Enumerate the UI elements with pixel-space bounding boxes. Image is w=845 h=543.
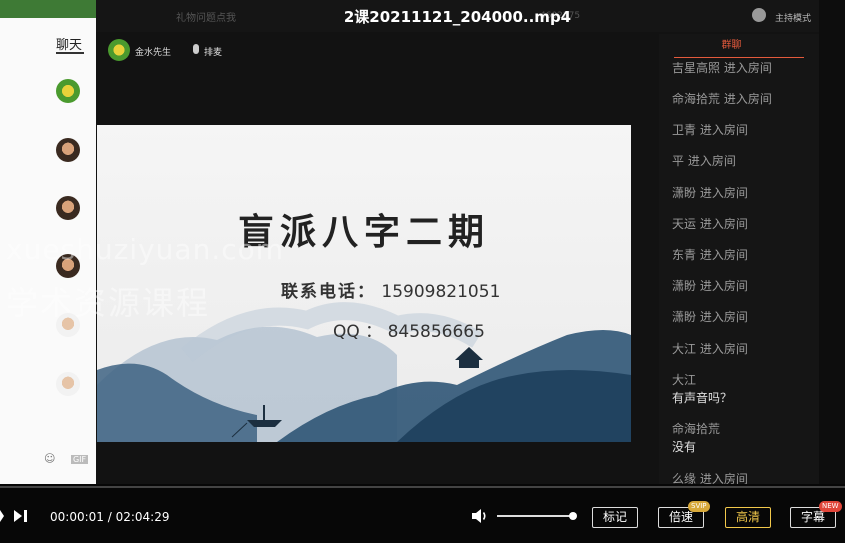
chat-tab-underline	[56, 52, 84, 54]
slide-phone: 联系电话： 15909821051	[281, 277, 500, 302]
play-icon[interactable]	[0, 510, 4, 522]
watermark-text: 学术资源课程	[6, 284, 211, 322]
chat-message: 潇盼 进入房间	[672, 310, 748, 324]
chat-message: 潇盼 进入房间	[672, 279, 748, 293]
group-chat-tab[interactable]: 群聊	[659, 36, 804, 51]
progress-bar[interactable]	[0, 486, 845, 488]
chat-message: 吉星高照 进入房间	[672, 61, 772, 75]
new-badge: NEW	[819, 501, 842, 512]
chat-message: 命海拾荒 进入房间	[672, 92, 772, 106]
gif-icon[interactable]: GIF	[70, 455, 89, 464]
host-name: 金水先生	[135, 48, 172, 58]
video-title: 2课20211121_204000..mp4	[343, 8, 572, 26]
chat-message: 没有	[672, 440, 697, 454]
scroll-strip	[819, 0, 845, 484]
avatar[interactable]	[56, 196, 80, 220]
chat-message: 潇盼 进入房间	[672, 186, 748, 200]
next-icon[interactable]	[14, 510, 22, 522]
chat-message: 大江	[672, 373, 697, 387]
phone-value: 15909821051	[381, 282, 501, 302]
mic-icon	[193, 44, 199, 54]
time-display: 00:00:01 / 02:04:29	[50, 510, 169, 524]
quality-button[interactable]: 高清	[725, 507, 771, 528]
group-chat-tab-underline	[674, 57, 804, 58]
qq-label: QQ ：	[333, 322, 383, 342]
chat-message: 东青 进入房间	[672, 248, 748, 262]
svip-badge: SVIP	[688, 501, 710, 512]
phone-label: 联系电话：	[281, 282, 376, 302]
watermark-url: xueshuziyuan.com	[6, 233, 285, 266]
volume-slider-handle[interactable]	[569, 512, 577, 520]
next-icon-bar	[24, 510, 27, 522]
avatar[interactable]	[56, 79, 80, 103]
avatar[interactable]	[56, 372, 80, 396]
emoji-toolbar: ☺ GIF	[44, 452, 89, 465]
chat-tab[interactable]: 聊天	[56, 34, 82, 53]
chat-message: 平 进入房间	[672, 154, 736, 168]
avatar[interactable]	[56, 138, 80, 162]
chat-message: 大江 进入房间	[672, 342, 748, 356]
qq-value: 845856665	[387, 322, 485, 342]
background-app-topbar	[0, 0, 96, 18]
chat-message: 卫青 进入房间	[672, 123, 748, 137]
mark-button[interactable]: 标记	[592, 507, 638, 528]
host-avatar[interactable]	[108, 39, 130, 61]
total-time: 02:04:29	[115, 510, 170, 524]
host-mode-label: 主持模式	[775, 14, 812, 24]
chat-message: 有声音吗？	[672, 391, 733, 405]
mic-queue-label[interactable]: 排麦	[204, 45, 222, 58]
volume-icon[interactable]	[471, 508, 489, 524]
chat-message: 天运 进入房间	[672, 217, 748, 231]
current-time: 00:00:01	[50, 510, 104, 524]
host-mode-icon	[752, 8, 766, 22]
chat-message: 命海拾荒	[672, 422, 721, 436]
time-separator: /	[103, 510, 116, 524]
slide-qq: QQ ： 845856665	[333, 317, 485, 342]
emoji-icon[interactable]: ☺	[44, 452, 55, 465]
volume-slider-track[interactable]	[497, 515, 573, 517]
